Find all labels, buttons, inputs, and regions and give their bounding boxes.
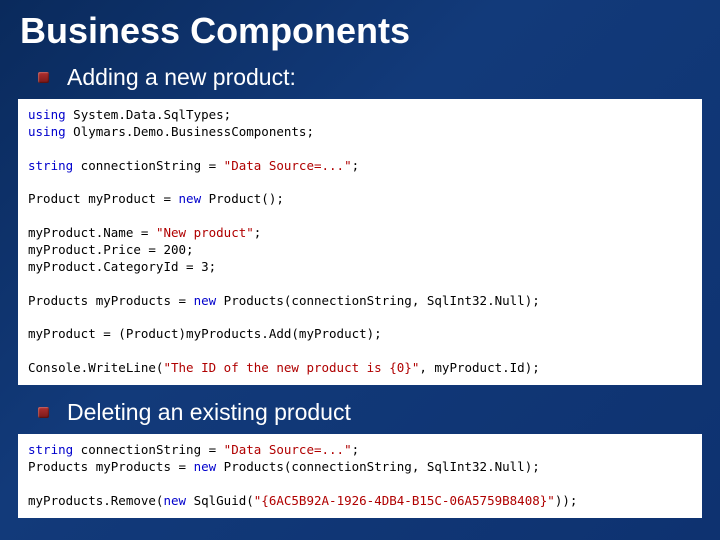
code-keyword: new: [194, 293, 217, 308]
code-text: Product();: [201, 191, 284, 206]
code-string: "{6AC5B92A-1926-4DB4-B15C-06A5759B8408}": [254, 493, 555, 508]
code-string: "Data Source=...": [224, 442, 352, 457]
code-text: myProduct.Price = 200;: [28, 242, 194, 257]
code-keyword: new: [194, 459, 217, 474]
code-text: myProduct.Name =: [28, 225, 156, 240]
code-block-add-product: using System.Data.SqlTypes; using Olymar…: [18, 99, 702, 385]
code-text: , myProduct.Id);: [419, 360, 539, 375]
code-keyword: using: [28, 107, 66, 122]
code-text: Olymars.Demo.BusinessComponents;: [66, 124, 314, 139]
code-text: Products myProducts =: [28, 459, 194, 474]
bullet-icon: [38, 407, 49, 418]
code-text: myProducts.Remove(: [28, 493, 163, 508]
code-text: ));: [555, 493, 578, 508]
code-text: connectionString =: [73, 158, 224, 173]
code-text: myProduct.CategoryId = 3;: [28, 259, 216, 274]
code-keyword: new: [163, 493, 186, 508]
code-string: "New product": [156, 225, 254, 240]
bullet-text-2: Deleting an existing product: [67, 399, 351, 426]
code-text: Product myProduct =: [28, 191, 179, 206]
code-text: ;: [352, 158, 360, 173]
code-string: "The ID of the new product is {0}": [163, 360, 419, 375]
bullet-icon: [38, 72, 49, 83]
bullet-text-1: Adding a new product:: [67, 64, 296, 91]
bullet-row-2: Deleting an existing product: [0, 395, 720, 432]
code-text: ;: [352, 442, 360, 457]
code-text: Products(connectionString, SqlInt32.Null…: [216, 293, 540, 308]
code-block-delete-product: string connectionString = "Data Source=.…: [18, 434, 702, 518]
code-text: connectionString =: [73, 442, 224, 457]
slide-title: Business Components: [0, 0, 720, 60]
code-text: ;: [254, 225, 262, 240]
code-text: System.Data.SqlTypes;: [66, 107, 232, 122]
code-text: SqlGuid(: [186, 493, 254, 508]
code-text: Products(connectionString, SqlInt32.Null…: [216, 459, 540, 474]
code-string: "Data Source=...": [224, 158, 352, 173]
code-keyword: string: [28, 442, 73, 457]
code-text: Products myProducts =: [28, 293, 194, 308]
bullet-row-1: Adding a new product:: [0, 60, 720, 97]
code-text: Console.WriteLine(: [28, 360, 163, 375]
code-text: myProduct = (Product)myProducts.Add(myPr…: [28, 326, 382, 341]
code-keyword: new: [179, 191, 202, 206]
code-keyword: string: [28, 158, 73, 173]
code-keyword: using: [28, 124, 66, 139]
